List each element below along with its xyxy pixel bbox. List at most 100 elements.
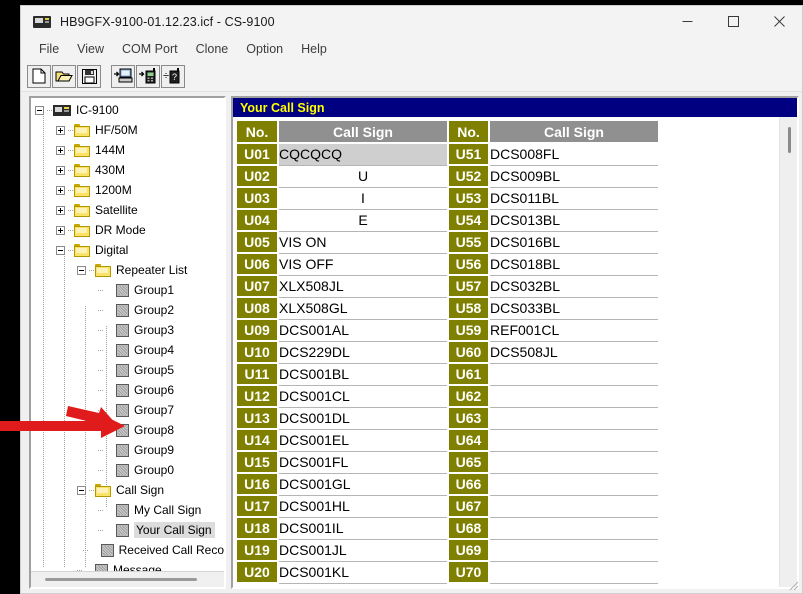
read-from-pc-button[interactable] xyxy=(111,64,135,88)
table-row[interactable]: U15 DCS001FL U65 xyxy=(237,451,660,474)
collapse-minus-icon[interactable] xyxy=(77,485,86,495)
tree-item-group2[interactable]: Group2 xyxy=(31,300,224,320)
callsign-cell-left[interactable]: DCS001GL xyxy=(278,473,449,496)
expand-plus-icon[interactable] xyxy=(56,205,65,215)
callsign-cell-left[interactable]: CQCQCQ xyxy=(278,143,449,166)
table-row[interactable]: U17 DCS001HL U67 xyxy=(237,495,660,518)
expand-plus-icon[interactable] xyxy=(56,125,65,135)
menu-help[interactable]: Help xyxy=(292,40,336,59)
table-row[interactable]: U11 DCS001BL U61 xyxy=(237,363,660,386)
callsign-cell-right[interactable] xyxy=(489,429,660,452)
callsign-cell-right[interactable]: REF001CL xyxy=(489,319,660,342)
grid-vertical-scrollbar[interactable] xyxy=(779,117,797,587)
callsign-cell-right[interactable]: DCS013BL xyxy=(489,209,660,232)
resize-grip[interactable] xyxy=(786,578,799,591)
table-row[interactable]: U12 DCS001CL U62 xyxy=(237,385,660,408)
callsign-cell-left[interactable]: DCS001KL xyxy=(278,561,449,584)
table-row[interactable]: U04 E U54 DCS013BL xyxy=(237,209,660,232)
tree-item-dr-mode[interactable]: DR Mode xyxy=(31,220,224,240)
tree-item-group3[interactable]: Group3 xyxy=(31,320,224,340)
callsign-cell-right[interactable]: DCS508JL xyxy=(489,341,660,364)
table-row[interactable]: U06 VIS OFF U56 DCS018BL xyxy=(237,253,660,276)
callsign-cell-right[interactable]: DCS008FL xyxy=(489,143,660,166)
callsign-cell-left[interactable]: DCS001AL xyxy=(278,319,449,342)
expand-plus-icon[interactable] xyxy=(56,165,65,175)
tree-item-group7[interactable]: Group7 xyxy=(31,400,224,420)
new-file-button[interactable] xyxy=(27,64,51,88)
callsign-cell-right[interactable] xyxy=(489,407,660,430)
table-row[interactable]: U09 DCS001AL U59 REF001CL xyxy=(237,319,660,342)
callsign-cell-left[interactable]: I xyxy=(278,187,449,210)
callsign-cell-right[interactable] xyxy=(489,495,660,518)
table-row[interactable]: U03 I U53 DCS011BL xyxy=(237,187,660,210)
save-file-button[interactable] xyxy=(77,64,101,88)
callsign-cell-left[interactable]: DCS001FL xyxy=(278,451,449,474)
callsign-cell-right[interactable]: DCS032BL xyxy=(489,275,660,298)
callsign-cell-left[interactable]: U xyxy=(278,165,449,188)
callsign-cell-left[interactable]: E xyxy=(278,209,449,232)
table-row[interactable]: U07 XLX508JL U57 DCS032BL xyxy=(237,275,660,298)
minimize-button[interactable] xyxy=(664,6,710,37)
table-row[interactable]: U10 DCS229DL U60 DCS508JL xyxy=(237,341,660,364)
callsign-cell-right[interactable]: DCS018BL xyxy=(489,253,660,276)
callsign-cell-left[interactable]: DCS001CL xyxy=(278,385,449,408)
callsign-cell-left[interactable]: XLX508GL xyxy=(278,297,449,320)
callsign-cell-right[interactable] xyxy=(489,539,660,562)
expand-plus-icon[interactable] xyxy=(56,145,65,155)
table-row[interactable]: U14 DCS001EL U64 xyxy=(237,429,660,452)
table-row[interactable]: U19 DCS001JL U69 xyxy=(237,539,660,562)
tree-item-144m[interactable]: 144M xyxy=(31,140,224,160)
collapse-minus-icon[interactable] xyxy=(77,265,86,275)
callsign-cell-left[interactable]: DCS001HL xyxy=(278,495,449,518)
collapse-minus-icon[interactable] xyxy=(56,245,65,255)
clone-compare-button[interactable]: ÷ ? xyxy=(161,64,185,88)
callsign-cell-left[interactable]: DCS229DL xyxy=(278,341,449,364)
callsign-cell-left[interactable]: DCS001DL xyxy=(278,407,449,430)
tree-item-group8[interactable]: Group8 xyxy=(31,420,224,440)
table-row[interactable]: U16 DCS001GL U66 xyxy=(237,473,660,496)
tree-item-message[interactable]: Message xyxy=(31,560,224,571)
tree-item-digital[interactable]: Digital xyxy=(31,240,224,260)
callsign-cell-right[interactable]: DCS011BL xyxy=(489,187,660,210)
tree-item-group9[interactable]: Group9 xyxy=(31,440,224,460)
expand-plus-icon[interactable] xyxy=(56,185,65,195)
table-row[interactable]: U18 DCS001IL U68 xyxy=(237,517,660,540)
callsign-cell-right[interactable]: DCS009BL xyxy=(489,165,660,188)
callsign-cell-right[interactable] xyxy=(489,451,660,474)
tree-item-group6[interactable]: Group6 xyxy=(31,380,224,400)
callsign-cell-left[interactable]: XLX508JL xyxy=(278,275,449,298)
menu-clone[interactable]: Clone xyxy=(187,40,238,59)
table-row[interactable]: U02 U U52 DCS009BL xyxy=(237,165,660,188)
read-from-radio-button[interactable] xyxy=(136,64,160,88)
tree-item-satellite[interactable]: Satellite xyxy=(31,200,224,220)
collapse-minus-icon[interactable] xyxy=(35,105,44,115)
tree-item-call-sign[interactable]: Call Sign xyxy=(31,480,224,500)
tree-item-group0[interactable]: Group0 xyxy=(31,460,224,480)
callsign-cell-left[interactable]: VIS ON xyxy=(278,231,449,254)
callsign-cell-right[interactable] xyxy=(489,385,660,408)
maximize-button[interactable] xyxy=(710,6,756,37)
table-row[interactable]: U13 DCS001DL U63 xyxy=(237,407,660,430)
tree-item-repeater-list[interactable]: Repeater List xyxy=(31,260,224,280)
tree-item-430m[interactable]: 430M xyxy=(31,160,224,180)
table-row[interactable]: U05 VIS ON U55 DCS016BL xyxy=(237,231,660,254)
menu-com-port[interactable]: COM Port xyxy=(113,40,187,59)
callsign-cell-left[interactable]: DCS001BL xyxy=(278,363,449,386)
menu-option[interactable]: Option xyxy=(237,40,292,59)
grid-vscroll-thumb[interactable] xyxy=(788,127,791,153)
callsign-cell-left[interactable]: DCS001IL xyxy=(278,517,449,540)
callsign-cell-right[interactable]: DCS016BL xyxy=(489,231,660,254)
callsign-cell-right[interactable]: DCS033BL xyxy=(489,297,660,320)
tree-horizontal-scrollbar[interactable] xyxy=(31,571,224,587)
tree-item-your-call-sign[interactable]: Your Call Sign xyxy=(31,520,224,540)
callsign-cell-left[interactable]: DCS001JL xyxy=(278,539,449,562)
tree-item-group5[interactable]: Group5 xyxy=(31,360,224,380)
menu-view[interactable]: View xyxy=(68,40,113,59)
expand-plus-icon[interactable] xyxy=(56,225,65,235)
table-row[interactable]: U20 DCS001KL U70 xyxy=(237,561,660,584)
tree-item-group4[interactable]: Group4 xyxy=(31,340,224,360)
tree-hscroll-thumb[interactable] xyxy=(45,578,197,581)
tree-item-1200m[interactable]: 1200M xyxy=(31,180,224,200)
table-row[interactable]: U01 CQCQCQ U51 DCS008FL xyxy=(237,143,660,166)
tree-item-group1[interactable]: Group1 xyxy=(31,280,224,300)
